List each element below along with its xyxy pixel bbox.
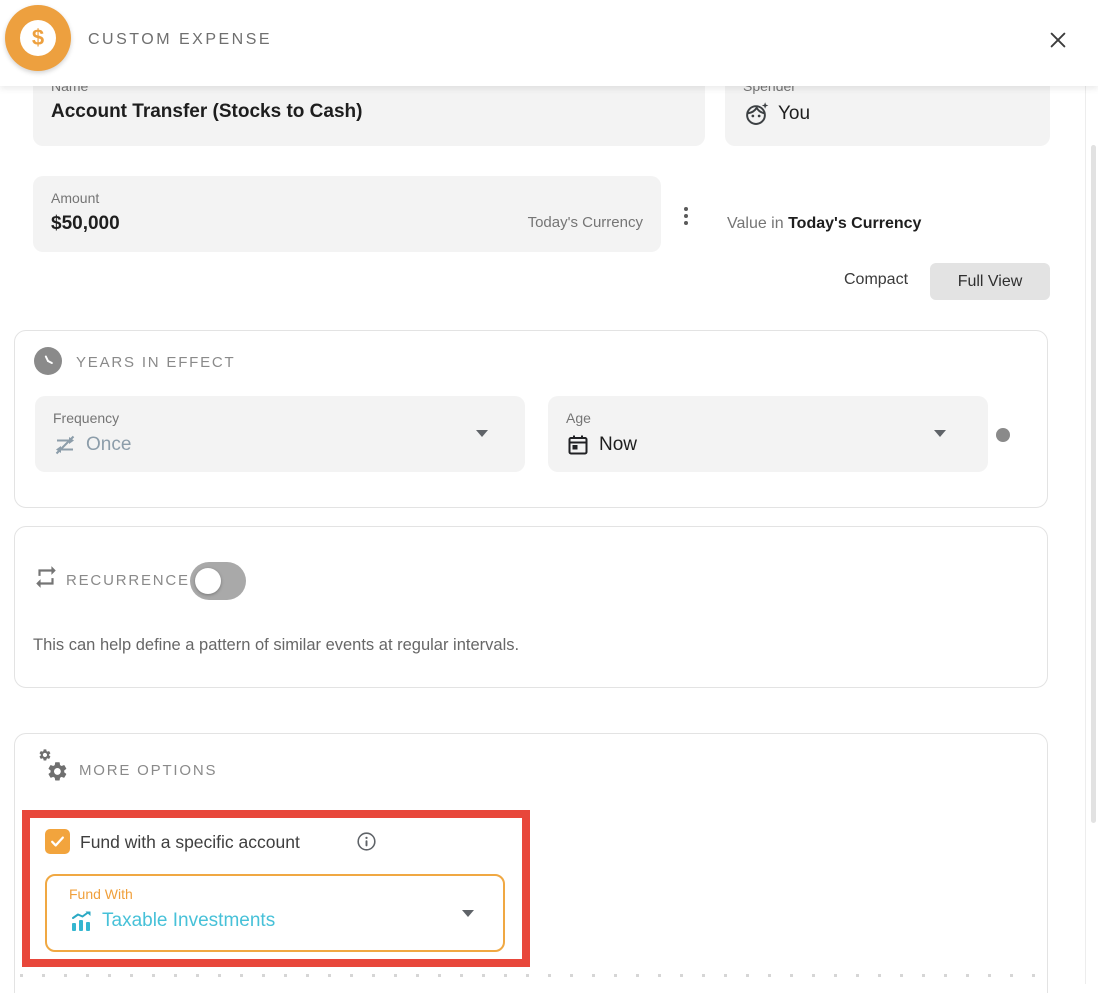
fund-with-label: Fund With — [69, 886, 485, 902]
amount-label: Amount — [51, 190, 643, 206]
recurrence-description: This can help define a pattern of simila… — [33, 636, 519, 655]
fund-account-checkbox[interactable] — [45, 829, 70, 854]
age-label: Age — [566, 410, 970, 426]
modal-title: CUSTOM EXPENSE — [88, 31, 272, 49]
calendar-today-icon — [566, 433, 590, 457]
amount-currency-unit: Today's Currency — [528, 214, 643, 231]
frequency-value: Once — [86, 434, 131, 456]
investments-chart-icon — [69, 909, 93, 933]
fund-with-select[interactable]: Fund With Taxable Investments — [45, 874, 505, 952]
value-in-currency: Today's Currency — [788, 215, 921, 232]
age-caret-icon[interactable] — [934, 430, 946, 437]
fund-with-caret-icon[interactable] — [462, 910, 474, 917]
years-in-effect-title: YEARS IN EFFECT — [76, 354, 236, 371]
frequency-select[interactable]: Frequency Once — [35, 396, 525, 472]
face-sparkle-icon — [743, 101, 769, 127]
more-options-title: MORE OPTIONS — [79, 762, 217, 779]
age-select[interactable]: Age Now — [548, 396, 988, 472]
amount-options-kebab-icon[interactable] — [678, 198, 694, 234]
frequency-caret-icon[interactable] — [476, 430, 488, 437]
custom-expense-dollar-icon: $ — [5, 5, 71, 71]
fund-with-value: Taxable Investments — [102, 910, 275, 932]
clock-icon — [34, 347, 62, 375]
name-value[interactable]: Account Transfer (Stocks to Cash) — [51, 101, 687, 123]
dotted-cut-line — [20, 974, 1048, 977]
amount-field[interactable]: Amount $50,000 Today's Currency — [33, 176, 661, 252]
spender-value: You — [778, 103, 810, 125]
repeat-icon — [33, 564, 59, 595]
modal-header: $ CUSTOM EXPENSE — [0, 0, 1098, 86]
close-icon[interactable] — [1044, 26, 1072, 54]
view-toggle-compact[interactable]: Compact — [836, 271, 916, 289]
recurrence-toggle[interactable] — [190, 562, 246, 600]
modal-edge-divider — [1085, 86, 1086, 984]
recurrence-card — [14, 526, 1048, 688]
recurrence-title: RECURRENCE — [66, 572, 190, 589]
gears-icon — [38, 748, 72, 789]
toggle-knob — [195, 568, 221, 594]
fund-account-checkbox-label[interactable]: Fund with a specific account — [80, 832, 300, 853]
view-toggle-full-view[interactable]: Full View — [930, 263, 1050, 300]
frequency-label: Frequency — [53, 410, 507, 426]
vertical-scrollbar[interactable] — [1091, 145, 1096, 823]
value-in-note: Value in Today's Currency — [727, 215, 921, 233]
age-value: Now — [599, 434, 637, 456]
frequency-once-icon — [53, 433, 77, 457]
value-in-prefix: Value in — [727, 215, 788, 232]
info-icon[interactable] — [356, 831, 377, 857]
age-status-dot — [996, 428, 1010, 442]
